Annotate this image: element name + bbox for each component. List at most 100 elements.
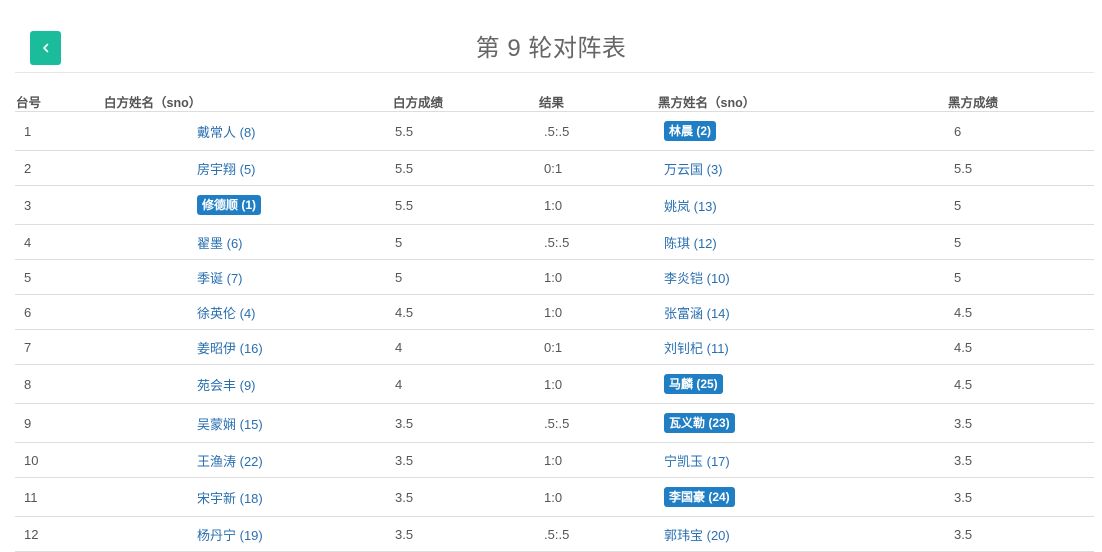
black-score-text: 4.5 [954,304,973,320]
black-player-name: 林晨 (2) [657,111,947,151]
game-result-text: 0:1 [544,160,563,176]
header-black-score: 黑方成绩 [947,92,1094,112]
board-number: 3 [15,185,103,225]
game-result: 0:1 [538,150,657,186]
white-score-text: 3.5 [395,489,414,505]
white-player-name: 杨丹宁 (19) [103,516,392,552]
header-white-score: 白方成绩 [392,92,538,112]
white-player-name-text[interactable]: 戴常人 (8) [197,125,256,140]
black-player-name-text[interactable]: 林晨 (2) [664,121,717,141]
black-score: 3.5 [947,516,1094,552]
table-row: 5 季诞 (7) 5 1:0 李炎铠 (10) 5 [15,259,1094,295]
board-number: 12 [15,516,103,552]
black-score: 5 [947,185,1094,225]
black-player-name-text[interactable]: 宁凯玉 (17) [664,454,730,469]
board-number: 1 [15,111,103,151]
table-header-row: 台号 白方姓名（sno） 白方成绩 结果 黑方姓名（sno） 黑方成绩 [15,92,1094,112]
black-player-name-text[interactable]: 李国豪 (24) [664,487,735,507]
black-score: 3.5 [947,477,1094,517]
black-player-name: 万云国 (3) [657,150,947,186]
game-result-text: .5:.5 [544,123,570,139]
black-player-name: 瓦义勒 (23) [657,403,947,443]
white-player-name-text[interactable]: 徐英伦 (4) [197,306,256,321]
black-player-name-text[interactable]: 姚岚 (13) [664,199,717,214]
black-score-text: 5 [954,269,962,285]
black-score-text: 3.5 [954,489,973,505]
pairings-body: 1 戴常人 (8) 5.5 .5:.5 林晨 (2) 6 2 房宇翔 (5) 5.5 0:1 万云国… [15,111,1094,552]
black-score: 6 [947,111,1094,151]
header-board: 台号 [15,92,103,112]
white-player-name-text[interactable]: 翟墨 (6) [197,236,243,251]
white-player-name-text[interactable]: 房宇翔 (5) [197,162,256,177]
white-score: 5 [392,224,538,260]
black-player-name-text[interactable]: 陈琪 (12) [664,236,717,251]
white-player-name: 王渔涛 (22) [103,442,392,478]
table-row: 12 杨丹宁 (19) 3.5 .5:.5 郭玮宝 (20) 3.5 [15,516,1094,552]
black-player-name: 马麟 (25) [657,364,947,404]
white-player-name-text[interactable]: 宋宇新 (18) [197,491,263,506]
black-player-name-text[interactable]: 万云国 (3) [664,162,723,177]
white-player-name-text[interactable]: 王渔涛 (22) [197,454,263,469]
board-number: 7 [15,329,103,365]
game-result: 1:0 [538,477,657,517]
white-score: 4 [392,329,538,365]
black-score-text: 6 [954,123,962,139]
white-score-text: 5 [395,234,403,250]
board-number: 5 [15,259,103,295]
game-result: 1:0 [538,364,657,404]
white-player-name-text[interactable]: 姜昭伊 (16) [197,341,263,356]
white-score: 3.5 [392,477,538,517]
black-score-text: 5 [954,197,962,213]
header-result: 结果 [538,92,657,112]
black-player-name-text[interactable]: 郭玮宝 (20) [664,528,730,543]
white-player-name-text[interactable]: 苑会丰 (9) [197,378,256,393]
white-player-name: 房宇翔 (5) [103,150,392,186]
black-score: 3.5 [947,403,1094,443]
white-score: 3.5 [392,442,538,478]
black-score: 4.5 [947,294,1094,330]
black-player-name: 郭玮宝 (20) [657,516,947,552]
board-number: 9 [15,403,103,443]
game-result: 1:0 [538,185,657,225]
black-player-name-text[interactable]: 马麟 (25) [664,374,723,394]
black-score-text: 5.5 [954,160,973,176]
white-player-name: 吴蒙娴 (15) [103,403,392,443]
white-score-text: 5 [395,269,403,285]
game-result: .5:.5 [538,111,657,151]
white-player-name-text[interactable]: 修德顺 (1) [197,195,262,215]
game-result: 0:1 [538,329,657,365]
white-player-name: 戴常人 (8) [103,111,392,151]
white-player-name: 苑会丰 (9) [103,364,392,404]
white-player-name-text[interactable]: 季诞 (7) [197,271,243,286]
white-player-name-text[interactable]: 杨丹宁 (19) [197,528,263,543]
white-score: 5.5 [392,185,538,225]
black-score: 3.5 [947,442,1094,478]
white-player-name: 修德顺 (1) [103,185,392,225]
black-score-text: 3.5 [954,415,973,431]
board-number: 8 [15,364,103,404]
game-result: 1:0 [538,442,657,478]
page-title: 第 9 轮对阵表 [475,35,627,62]
game-result-text: .5:.5 [544,234,570,250]
black-player-name-text[interactable]: 张富涵 (14) [664,306,730,321]
black-player-name-text[interactable]: 李炎铠 (10) [664,271,730,286]
black-player-name-text[interactable]: 刘钊杞 (11) [664,341,729,356]
white-score: 3.5 [392,516,538,552]
white-player-name-text[interactable]: 吴蒙娴 (15) [197,417,263,432]
black-player-name: 宁凯玉 (17) [657,442,947,478]
table-row: 11 宋宇新 (18) 3.5 1:0 李国豪 (24) 3.5 [15,477,1094,517]
board-number-text: 9 [24,415,32,431]
table-row: 10 王渔涛 (22) 3.5 1:0 宁凯玉 (17) 3.5 [15,442,1094,478]
white-score: 3.5 [392,403,538,443]
white-score-text: 4 [395,339,403,355]
black-score: 5 [947,224,1094,260]
white-score: 5.5 [392,111,538,151]
black-player-name-text[interactable]: 瓦义勒 (23) [664,413,735,433]
board-number-text: 2 [24,160,32,176]
game-result-text: 1:0 [544,376,563,392]
game-result: .5:.5 [538,516,657,552]
header-black-name: 黑方姓名（sno） [657,92,947,112]
black-score: 5 [947,259,1094,295]
game-result: 1:0 [538,294,657,330]
black-score-text: 3.5 [954,452,973,468]
